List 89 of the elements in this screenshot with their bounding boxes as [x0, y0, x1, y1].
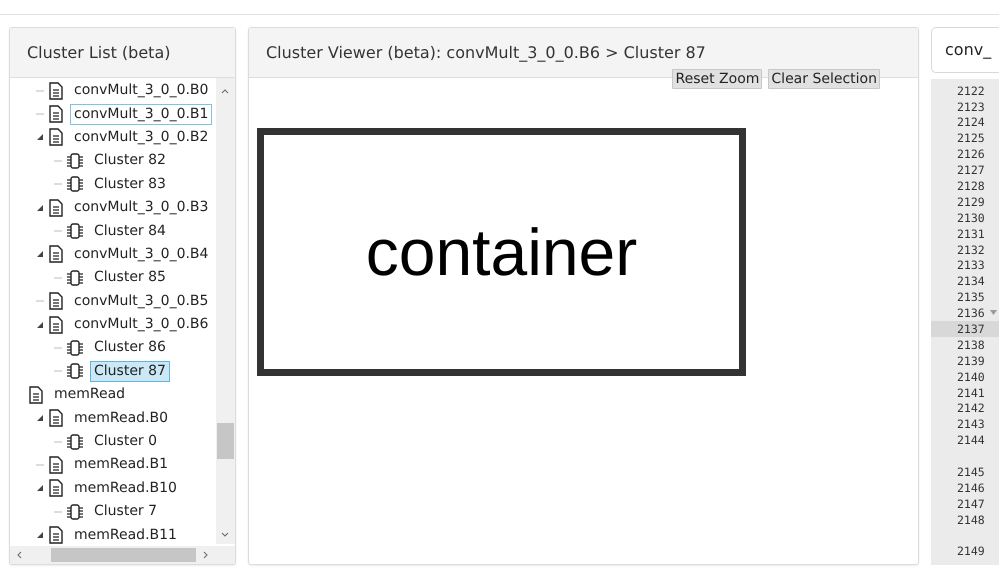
chip-icon — [66, 502, 84, 521]
tree-item[interactable]: Cluster 87 — [90, 360, 170, 382]
scroll-down-icon[interactable] — [221, 532, 229, 538]
tree-item[interactable]: memRead.B11 — [70, 524, 181, 545]
tree-item[interactable]: Cluster 86 — [90, 337, 170, 358]
line-number: 2125 — [957, 131, 985, 146]
toolbar-button[interactable]: Reset Zoom — [672, 69, 762, 89]
chip-icon — [66, 152, 84, 170]
tree-item[interactable]: Cluster 83 — [90, 174, 170, 195]
tree-item[interactable]: memRead.B0 — [70, 408, 172, 429]
panel-title: Cluster List (beta) — [27, 43, 170, 62]
vertical-scrollbar[interactable] — [216, 78, 235, 544]
document-icon — [48, 409, 64, 428]
line-number: 2126 — [957, 147, 985, 162]
line-number: 2136 — [957, 306, 985, 320]
line-number: 2148 — [957, 512, 985, 527]
chip-icon — [66, 362, 84, 380]
tree-item[interactable]: Cluster 82 — [90, 150, 170, 172]
tree-item[interactable]: convMult_3_0_0.B3 — [70, 197, 212, 218]
line-number: 2146 — [957, 480, 985, 495]
tree-item[interactable]: memRead.B10 — [70, 478, 181, 499]
line-number: 2149 — [957, 544, 985, 558]
line-number: 2124 — [957, 115, 985, 130]
line-number: 2130 — [957, 210, 985, 225]
expanded-triangle-icon[interactable] — [36, 531, 44, 540]
scrollbar-thumb[interactable] — [51, 548, 196, 562]
document-icon — [48, 128, 64, 146]
line-number: 2139 — [957, 354, 985, 368]
chip-icon — [66, 268, 84, 287]
line-number: 2143 — [957, 417, 985, 432]
toolbar-button[interactable]: Clear Selection — [768, 69, 880, 89]
tree-item[interactable]: Cluster 84 — [90, 220, 170, 242]
document-icon — [48, 292, 64, 310]
line-number: 2131 — [957, 226, 985, 241]
chip-icon — [66, 175, 84, 194]
tree-item[interactable]: convMult_3_0_0.B2 — [70, 126, 212, 148]
document-icon — [48, 105, 64, 124]
horizontal-scrollbar[interactable] — [10, 546, 235, 564]
tree-item[interactable]: Cluster 0 — [90, 431, 162, 452]
expanded-triangle-icon[interactable] — [36, 484, 44, 492]
line-number: 2132 — [957, 242, 985, 257]
tree-item[interactable]: memRead — [50, 384, 130, 406]
chip-icon — [66, 432, 84, 451]
expanded-triangle-icon[interactable] — [36, 414, 44, 422]
line-number: 2129 — [957, 194, 985, 209]
line-number: 2140 — [957, 370, 985, 384]
scroll-right-icon[interactable] — [203, 551, 209, 559]
file-tab[interactable]: conv_ — [931, 27, 999, 73]
scroll-up-icon[interactable] — [221, 88, 229, 94]
chip-icon — [66, 222, 84, 240]
document-icon — [48, 526, 64, 544]
line-number: 2147 — [957, 496, 985, 511]
expanded-triangle-icon[interactable] — [36, 204, 44, 212]
line-number: 2141 — [957, 386, 985, 400]
tree-item[interactable]: convMult_3_0_0.B6 — [70, 314, 212, 336]
line-number: 2137 — [957, 322, 985, 336]
tree-item[interactable]: memRead.B1 — [70, 454, 172, 476]
tree-item[interactable]: Cluster 7 — [90, 501, 162, 522]
line-number: 2127 — [957, 163, 985, 178]
line-number: 2128 — [957, 178, 985, 193]
container-node[interactable]: container — [257, 128, 746, 376]
scroll-left-icon[interactable] — [16, 551, 22, 559]
line-number: 2133 — [957, 258, 985, 272]
panel-title: Cluster Viewer (beta): convMult_3_0_0.B6 > Cluster 87 — [266, 43, 706, 62]
document-icon — [48, 479, 64, 498]
expanded-triangle-icon[interactable] — [36, 320, 44, 329]
document-icon — [48, 82, 64, 100]
expanded-triangle-icon[interactable] — [36, 133, 44, 142]
document-icon — [48, 245, 64, 264]
document-icon — [48, 456, 64, 474]
line-number: 2122 — [957, 84, 985, 98]
expanded-triangle-icon[interactable] — [36, 250, 44, 258]
tree-item[interactable]: Cluster 85 — [90, 267, 170, 288]
tree-item[interactable]: convMult_3_0_0.B1 — [70, 104, 212, 125]
line-number: 2123 — [957, 100, 985, 114]
tree-item[interactable]: convMult_3_0_0.B5 — [70, 290, 212, 312]
tree-item[interactable]: convMult_3_0_0.B4 — [70, 244, 212, 265]
chip-icon — [66, 338, 84, 357]
line-number: 2138 — [957, 338, 985, 352]
line-number: 2135 — [957, 290, 985, 304]
document-icon — [28, 386, 44, 404]
line-number: 2134 — [957, 274, 985, 288]
document-icon — [48, 316, 64, 334]
tree-item[interactable]: convMult_3_0_0.B0 — [70, 80, 212, 102]
line-number: 2142 — [957, 401, 985, 416]
line-number: 2144 — [957, 433, 985, 448]
scrollbar-thumb[interactable] — [217, 423, 234, 459]
document-icon — [48, 198, 64, 217]
line-number: 2145 — [957, 464, 985, 479]
